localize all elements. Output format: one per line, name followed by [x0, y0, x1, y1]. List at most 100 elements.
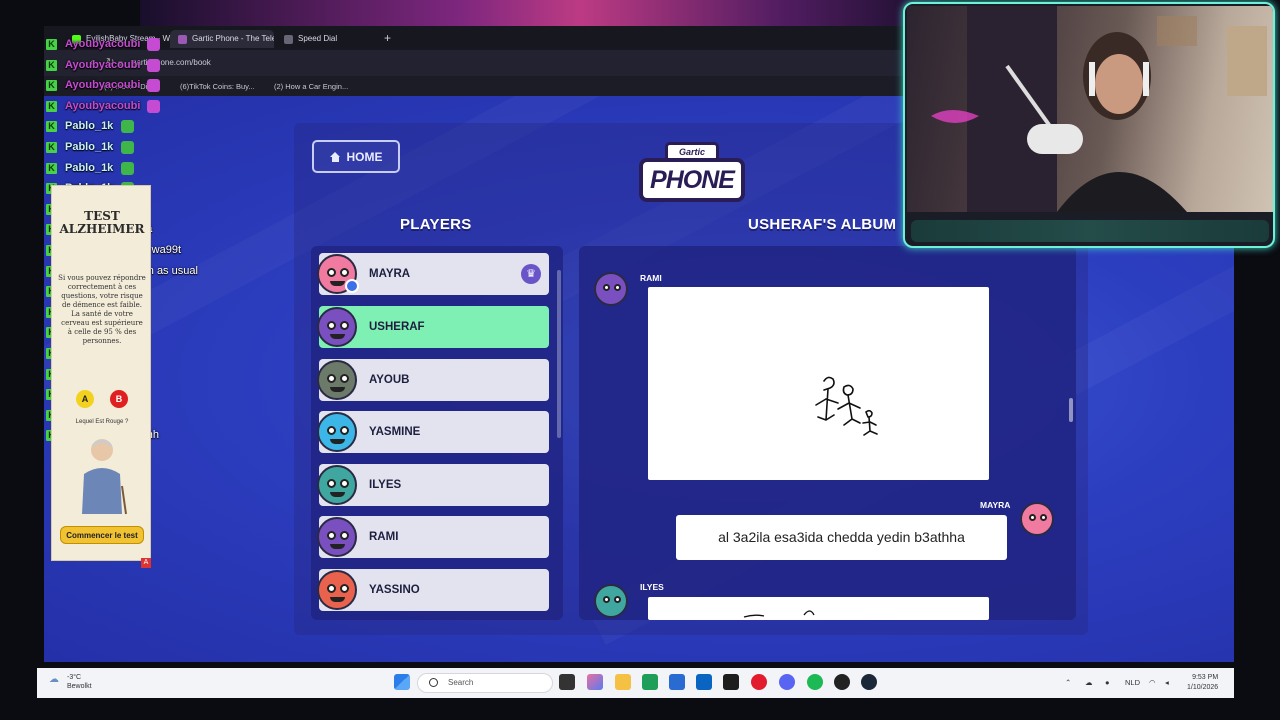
discord-icon[interactable] [779, 674, 795, 690]
taskbar: ☁ -3°C Bewolkt Search ⌃ ☁ ● NLD ◠ ◂ 9:53… [37, 668, 1234, 698]
webcam-feed [907, 6, 1273, 212]
clock[interactable]: 9:53 PM 1/10/2026 [1187, 673, 1218, 693]
player-name: AYOUB [369, 374, 410, 386]
player-row[interactable]: YASMINE [317, 411, 549, 453]
chat-username[interactable]: Ayoubyacoubi [65, 79, 140, 91]
url-field[interactable]: garticphone.com/book [132, 58, 211, 67]
tab-label: Gartic Phone - The Teleph... [192, 34, 274, 43]
weather-desc: Bewolkt [67, 683, 92, 690]
edge-icon[interactable] [642, 674, 658, 690]
stick-figure-drawing [815, 376, 878, 436]
player-name: USHERAF [369, 321, 425, 333]
start-test-button[interactable]: Commencer le test [60, 526, 144, 544]
gartic-phone-logo: Gartic PHONE [637, 140, 747, 206]
home-label: HOME [346, 149, 383, 164]
tab-speed-dial[interactable]: Speed Dial [276, 30, 376, 48]
kick-badge-icon: K [46, 80, 57, 92]
ad-text: Si vous pouvez répondre correctement à c… [58, 274, 146, 345]
ad-banner[interactable]: TEST ALZHEIMER Si vous pouvez répondre c… [51, 185, 151, 568]
outlook-icon[interactable] [696, 674, 712, 690]
onedrive-icon[interactable]: ☁ [1085, 678, 1093, 687]
stream-screen: EvilishBaby Stream - Wa... Gartic Phone … [0, 0, 1280, 720]
album-avatar [594, 584, 628, 618]
spotify-icon[interactable] [807, 674, 823, 690]
bookmark-item[interactable]: (2) How a Car Engin... [274, 82, 348, 91]
home-button[interactable]: HOME [312, 140, 400, 173]
chat-emote-icon [147, 99, 161, 113]
task-view-icon[interactable] [559, 674, 575, 690]
players-scrollbar[interactable] [557, 270, 561, 438]
copilot-icon[interactable] [587, 674, 603, 690]
album-title: USHERAF'S ALBUM [748, 216, 897, 233]
player-row[interactable]: ILYES [317, 464, 549, 506]
player-row[interactable]: USHERAF [317, 306, 549, 348]
streamer-image [931, 6, 1267, 212]
chat-emote-icon [120, 120, 134, 134]
chat-username[interactable]: Pablo_1k [65, 141, 113, 153]
windows-start-icon[interactable] [394, 674, 410, 690]
taskbar-search[interactable]: Search [417, 673, 553, 693]
language-indicator[interactable]: NLD [1125, 678, 1140, 687]
clock-date: 1/10/2026 [1187, 684, 1219, 691]
player-row[interactable]: AYOUB [317, 359, 549, 401]
player-name: ILYES [369, 479, 402, 491]
clock-time: 9:53 PM [1192, 674, 1219, 681]
bookmark-item[interactable]: (6)TikTok Coins: Buy... [180, 82, 255, 91]
album-drawing [648, 287, 989, 480]
player-avatar [317, 465, 357, 505]
album-scrollbar[interactable] [1069, 398, 1073, 422]
steam-icon[interactable] [861, 674, 877, 690]
player-avatar [317, 307, 357, 347]
terminal-icon[interactable] [723, 674, 739, 690]
players-list: MAYRA ♛ USHERAF AYOUB YASMINE ILYES RAMI… [311, 246, 563, 620]
tray-chevron-icon[interactable]: ⌃ [1065, 678, 1071, 687]
search-icon [429, 678, 438, 687]
elderly-man-illustration [82, 439, 127, 515]
search-placeholder: Search [448, 678, 474, 687]
tab-gartic[interactable]: Gartic Phone - The Teleph... [170, 30, 274, 48]
wifi-icon[interactable]: ◠ [1149, 678, 1156, 687]
chat-emote-icon [147, 38, 161, 51]
mic-icon[interactable]: ● [1105, 678, 1110, 687]
player-row[interactable]: MAYRA ♛ [317, 253, 549, 295]
chat-username[interactable]: Ayoubyacoubi [65, 38, 140, 50]
choice-a[interactable]: A [76, 390, 94, 408]
player-name: YASMINE [369, 426, 421, 438]
chat-username[interactable]: Pablo_1k [65, 120, 113, 132]
ad-title: TEST ALZHEIMER [59, 209, 145, 236]
player-row[interactable]: YASSINO [317, 569, 549, 611]
player-row[interactable]: RAMI [317, 516, 549, 558]
opera-icon[interactable] [751, 674, 767, 690]
kick-badge-icon: K [46, 142, 57, 153]
players-title: PLAYERS [400, 216, 472, 233]
weather-widget[interactable]: ☁ -3°C Bewolkt [49, 673, 92, 691]
volume-icon[interactable]: ◂ [1165, 678, 1169, 687]
album-author: ILYES [640, 582, 664, 592]
store-icon[interactable] [669, 674, 685, 690]
webcam-overlay [903, 2, 1275, 248]
file-explorer-icon[interactable] [615, 674, 631, 690]
chat-emote-icon [120, 161, 134, 175]
album-drawing [648, 597, 989, 620]
user-badge-icon [345, 279, 359, 293]
partial-drawing [743, 610, 815, 618]
ad-question: Lequel Est Rouge ? [75, 419, 129, 425]
tab-label: Speed Dial [298, 34, 338, 43]
choice-b[interactable]: B [110, 390, 128, 408]
weather-icon: ☁ [49, 674, 59, 685]
player-avatar [317, 360, 357, 400]
album-caption: al 3a2ila esa3ida chedda yedin b3athha [676, 515, 1007, 560]
new-tab-icon[interactable]: + [384, 31, 391, 45]
chat-username[interactable]: Ayoubyacoubi [65, 100, 140, 112]
album-author: MAYRA [980, 500, 1011, 510]
chat-username[interactable]: Ayoubyacoubi [65, 59, 140, 71]
obs-icon[interactable] [834, 674, 850, 690]
ad-mark: A [141, 558, 151, 568]
player-avatar [317, 412, 357, 452]
player-avatar [317, 570, 357, 610]
chat-username[interactable]: Pablo_1k [65, 162, 113, 174]
home-icon [329, 151, 341, 162]
player-name: YASSINO [369, 584, 420, 596]
webcam-frame-bar [911, 220, 1269, 242]
player-avatar [317, 517, 357, 557]
